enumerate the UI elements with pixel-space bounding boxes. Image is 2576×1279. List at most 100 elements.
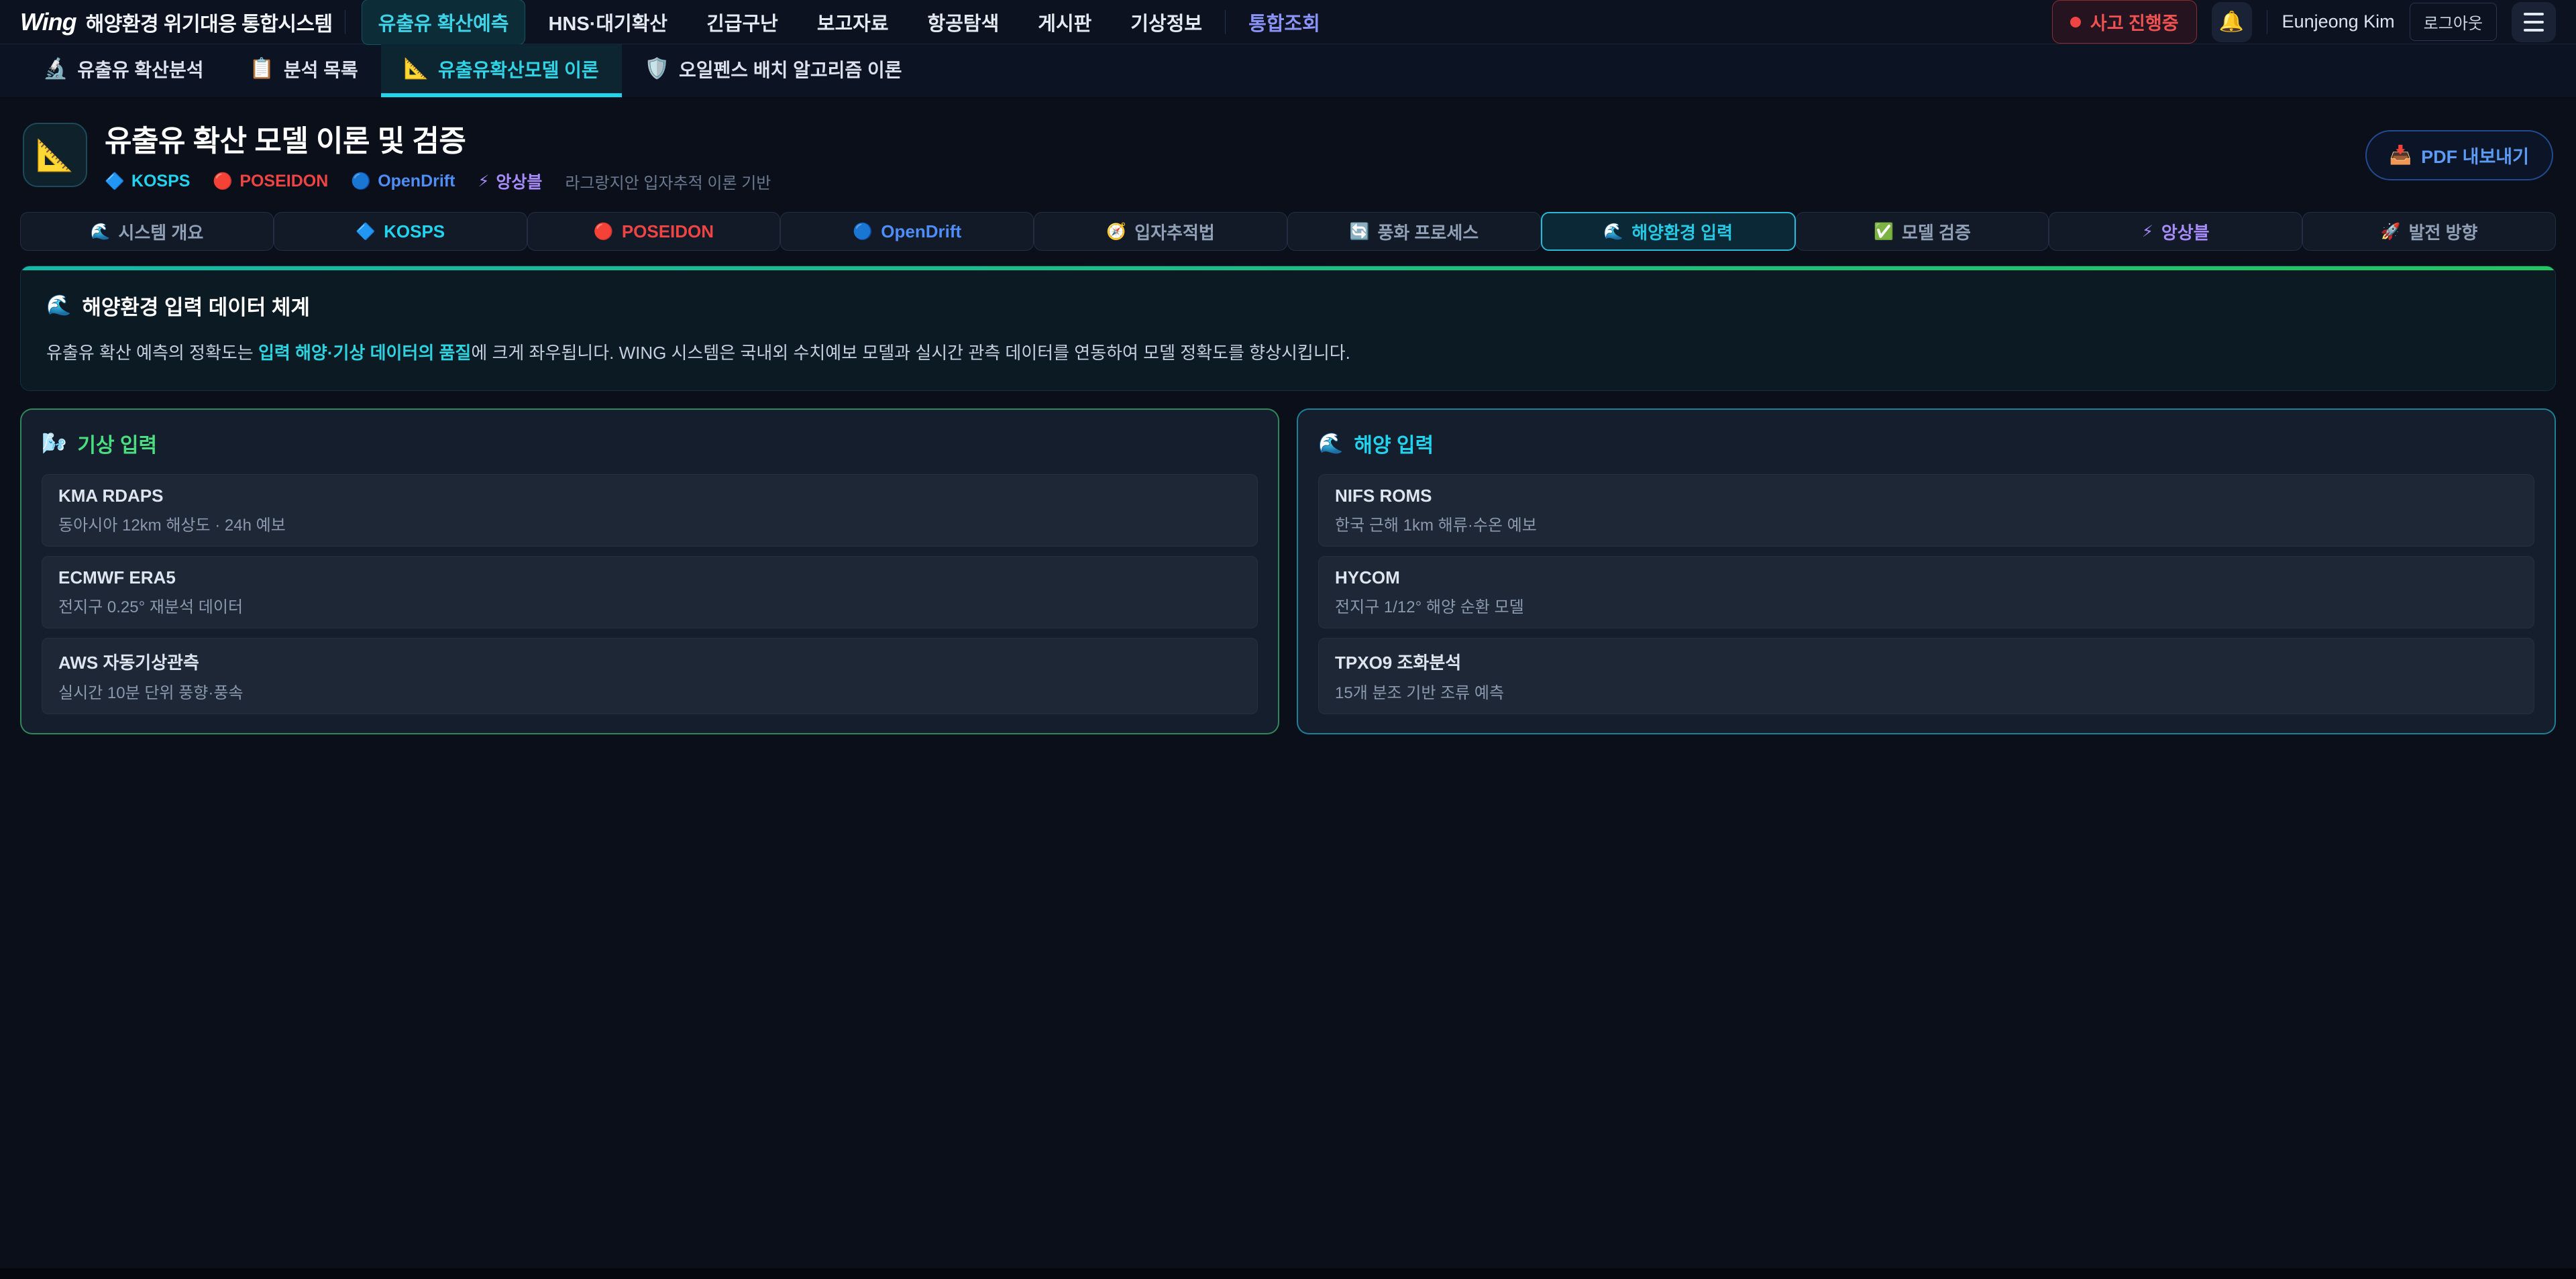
section-nav-future-direction[interactable]: 🚀 발전 방향 (2302, 212, 2556, 251)
hamburger-bar (2524, 21, 2544, 23)
nav-item-hns-atmospheric[interactable]: HNS·대기확산 (532, 0, 684, 44)
inbox-tray-icon: 📥 (2390, 144, 2412, 166)
wave-icon: 🌊 (46, 294, 71, 317)
data-source-name: AWS 자동기상관측 (58, 649, 1241, 674)
triangle-ruler-icon: 📐 (36, 137, 74, 174)
list-item-nifs-roms[interactable]: NIFS ROMS 한국 근해 1km 해류·수온 예보 (1318, 474, 2534, 547)
badge-opendrift: 🔵 OpenDrift (351, 172, 455, 191)
incident-badge-label: 사고 진행중 (2090, 9, 2179, 35)
notification-bell-button[interactable]: 🔔 (2212, 2, 2252, 42)
nav-item-board[interactable]: 게시판 (1022, 0, 1108, 44)
tab-diffusion-model-theory[interactable]: 📐 유출유확산모델 이론 (381, 44, 622, 97)
page-bottom-strip (0, 1268, 2576, 1279)
nav-item-emergency-rescue[interactable]: 긴급구난 (690, 0, 794, 44)
tab-oil-spill-analysis[interactable]: 🔬 유출유 확산분석 (20, 44, 226, 97)
nav-item-aerial-search[interactable]: 항공탐색 (912, 0, 1016, 44)
shield-icon: 🛡️ (645, 57, 669, 80)
cycle-arrows-icon: 🔄 (1350, 222, 1370, 241)
data-source-name: TPXO9 조화분석 (1335, 649, 2518, 674)
badge-label: POSEIDON (239, 172, 328, 191)
tab-label: 오일펜스 배치 알고리즘 이론 (679, 56, 902, 82)
blue-circle-icon: 🔵 (853, 222, 873, 241)
red-circle-icon: 🔴 (213, 172, 233, 191)
section-nav-model-validation[interactable]: ✅ 모델 검증 (1796, 212, 2049, 251)
section-nav-system-overview[interactable]: 🌊 시스템 개요 (20, 212, 274, 251)
section-nav-label: 풍화 프로세스 (1377, 219, 1479, 244)
blue-diamond-icon: 🔷 (105, 172, 125, 191)
list-item-kma-rdaps[interactable]: KMA RDAPS 동아시아 12km 해상도 · 24h 예보 (42, 474, 1258, 547)
nav-divider (1225, 10, 1226, 34)
data-source-desc: 전지구 0.25° 재분석 데이터 (58, 594, 1241, 617)
check-mark-icon: ✅ (1874, 222, 1894, 241)
section-nav-poseidon[interactable]: 🔴 POSEIDON (527, 212, 781, 251)
tab-analysis-list[interactable]: 📋 분석 목록 (226, 44, 380, 97)
section-nav-ensemble[interactable]: ⚡ 앙상블 (2049, 212, 2302, 251)
nav-item-oil-spill-forecast[interactable]: 유출유 확산예측 (362, 0, 526, 45)
tab-oil-fence-algorithm-theory[interactable]: 🛡️ 오일펜스 배치 알고리즘 이론 (622, 44, 925, 97)
section-nav-label: KOSPS (384, 221, 445, 242)
tab-label: 유출유확산모델 이론 (438, 56, 599, 82)
section-nav-opendrift[interactable]: 🔵 OpenDrift (780, 212, 1034, 251)
badge-label: 앙상블 (496, 169, 542, 193)
section-nav-kosps[interactable]: 🔷 KOSPS (274, 212, 527, 251)
blue-diamond-icon: 🔷 (356, 222, 376, 241)
badge-poseidon: 🔴 POSEIDON (213, 172, 328, 191)
ocean-input-card: 🌊 해양 입력 NIFS ROMS 한국 근해 1km 해류·수온 예보 HYC… (1297, 408, 2556, 734)
ocean-input-card-title: 해양 입력 (1354, 429, 1434, 458)
data-source-name: HYCOM (1335, 567, 2518, 588)
page-title: 유출유 확산 모델 이론 및 검증 (105, 117, 771, 160)
weather-input-card: 🌬️ 기상 입력 KMA RDAPS 동아시아 12km 해상도 · 24h 예… (20, 408, 1279, 734)
section-nav-label: 앙상블 (2161, 219, 2210, 244)
compass-icon: 🧭 (1106, 222, 1126, 241)
paragraph-suffix: 에 크게 좌우됩니다. WING 시스템은 국내외 수치예보 모델과 실시간 관… (471, 343, 1350, 363)
user-name: Eunjeong Kim (2282, 11, 2395, 32)
logout-button[interactable]: 로그아웃 (2410, 3, 2497, 41)
tab-label: 분석 목록 (284, 56, 358, 82)
badge-kosps: 🔷 KOSPS (105, 172, 190, 191)
overview-body: 🌊 해양환경 입력 데이터 체계 유출유 확산 예측의 정확도는 입력 해양·기… (21, 270, 2555, 390)
section-nav-label: 발전 방향 (2409, 219, 2478, 244)
list-item-hycom[interactable]: HYCOM 전지구 1/12° 해양 순환 모델 (1318, 556, 2534, 628)
nav-item-integrated-search[interactable]: 통합조회 (1232, 0, 1336, 44)
data-source-name: ECMWF ERA5 (58, 567, 1241, 588)
section-nav-particle-tracking[interactable]: 🧭 입자추적법 (1034, 212, 1287, 251)
section-nav-ribbon: 🌊 시스템 개요 🔷 KOSPS 🔴 POSEIDON 🔵 OpenDrift … (20, 212, 2556, 251)
section-nav-label: 모델 검증 (1902, 219, 1971, 244)
incident-status-badge[interactable]: 사고 진행중 (2052, 0, 2197, 44)
pdf-export-button[interactable]: 📥 PDF 내보내기 (2365, 130, 2554, 180)
tab-label: 유출유 확산분석 (77, 56, 203, 82)
ocean-input-card-header: 🌊 해양 입력 (1318, 429, 2534, 458)
nav-item-weather-info[interactable]: 기상정보 (1114, 0, 1218, 44)
wind-face-icon: 🌬️ (42, 432, 66, 455)
section-nav-marine-environment-input[interactable]: 🌊 해양환경 입력 (1541, 212, 1796, 251)
app-title: 해양환경 위기대응 통합시스템 (86, 7, 333, 37)
top-header: Wing 해양환경 위기대응 통합시스템 유출유 확산예측 HNS·대기확산 긴… (0, 0, 2576, 44)
lightning-icon: ⚡ (2142, 222, 2153, 241)
overview-title: 🌊 해양환경 입력 데이터 체계 (46, 290, 2530, 321)
data-source-name: NIFS ROMS (1335, 486, 2518, 506)
triangle-ruler-icon: 📐 (404, 57, 429, 80)
model-badge-row: 🔷 KOSPS 🔴 POSEIDON 🔵 OpenDrift ⚡ 앙상블 라그랑… (105, 169, 771, 193)
overview-paragraph: 유출유 확산 예측의 정확도는 입력 해양·기상 데이터의 품질에 크게 좌우됩… (46, 339, 2530, 366)
list-item-ecmwf-era5[interactable]: ECMWF ERA5 전지구 0.25° 재분석 데이터 (42, 556, 1258, 628)
nav-item-reports[interactable]: 보고자료 (801, 0, 905, 44)
section-nav-label: 입자추적법 (1134, 219, 1215, 244)
wave-icon: 🌊 (1603, 222, 1623, 241)
weather-input-card-title: 기상 입력 (77, 429, 157, 458)
section-nav-label: OpenDrift (881, 221, 961, 242)
list-item-aws-observation[interactable]: AWS 자동기상관측 실시간 10분 단위 풍향·풍속 (42, 638, 1258, 714)
badge-label: KOSPS (131, 172, 191, 191)
data-source-desc: 동아시아 12km 해상도 · 24h 예보 (58, 512, 1241, 535)
section-nav-label: POSEIDON (622, 221, 714, 242)
data-source-desc: 실시간 10분 단위 풍향·풍속 (58, 679, 1241, 703)
lightning-icon: ⚡ (478, 172, 489, 191)
section-nav-weathering-process[interactable]: 🔄 풍화 프로세스 (1287, 212, 1541, 251)
list-item-tpxo9[interactable]: TPXO9 조화분석 15개 분조 기반 조류 예측 (1318, 638, 2534, 714)
red-circle-icon: 🔴 (594, 222, 614, 241)
page-title-texts: 유출유 확산 모델 이론 및 검증 🔷 KOSPS 🔴 POSEIDON 🔵 O… (105, 117, 771, 193)
overview-card: 🌊 해양환경 입력 데이터 체계 유출유 확산 예측의 정확도는 입력 해양·기… (20, 266, 2556, 391)
app-logo[interactable]: Wing 해양환경 위기대응 통합시스템 (20, 7, 333, 37)
hamburger-menu-button[interactable] (2512, 2, 2556, 42)
overview-title-text: 해양환경 입력 데이터 체계 (82, 290, 310, 321)
weather-input-card-header: 🌬️ 기상 입력 (42, 429, 1258, 458)
